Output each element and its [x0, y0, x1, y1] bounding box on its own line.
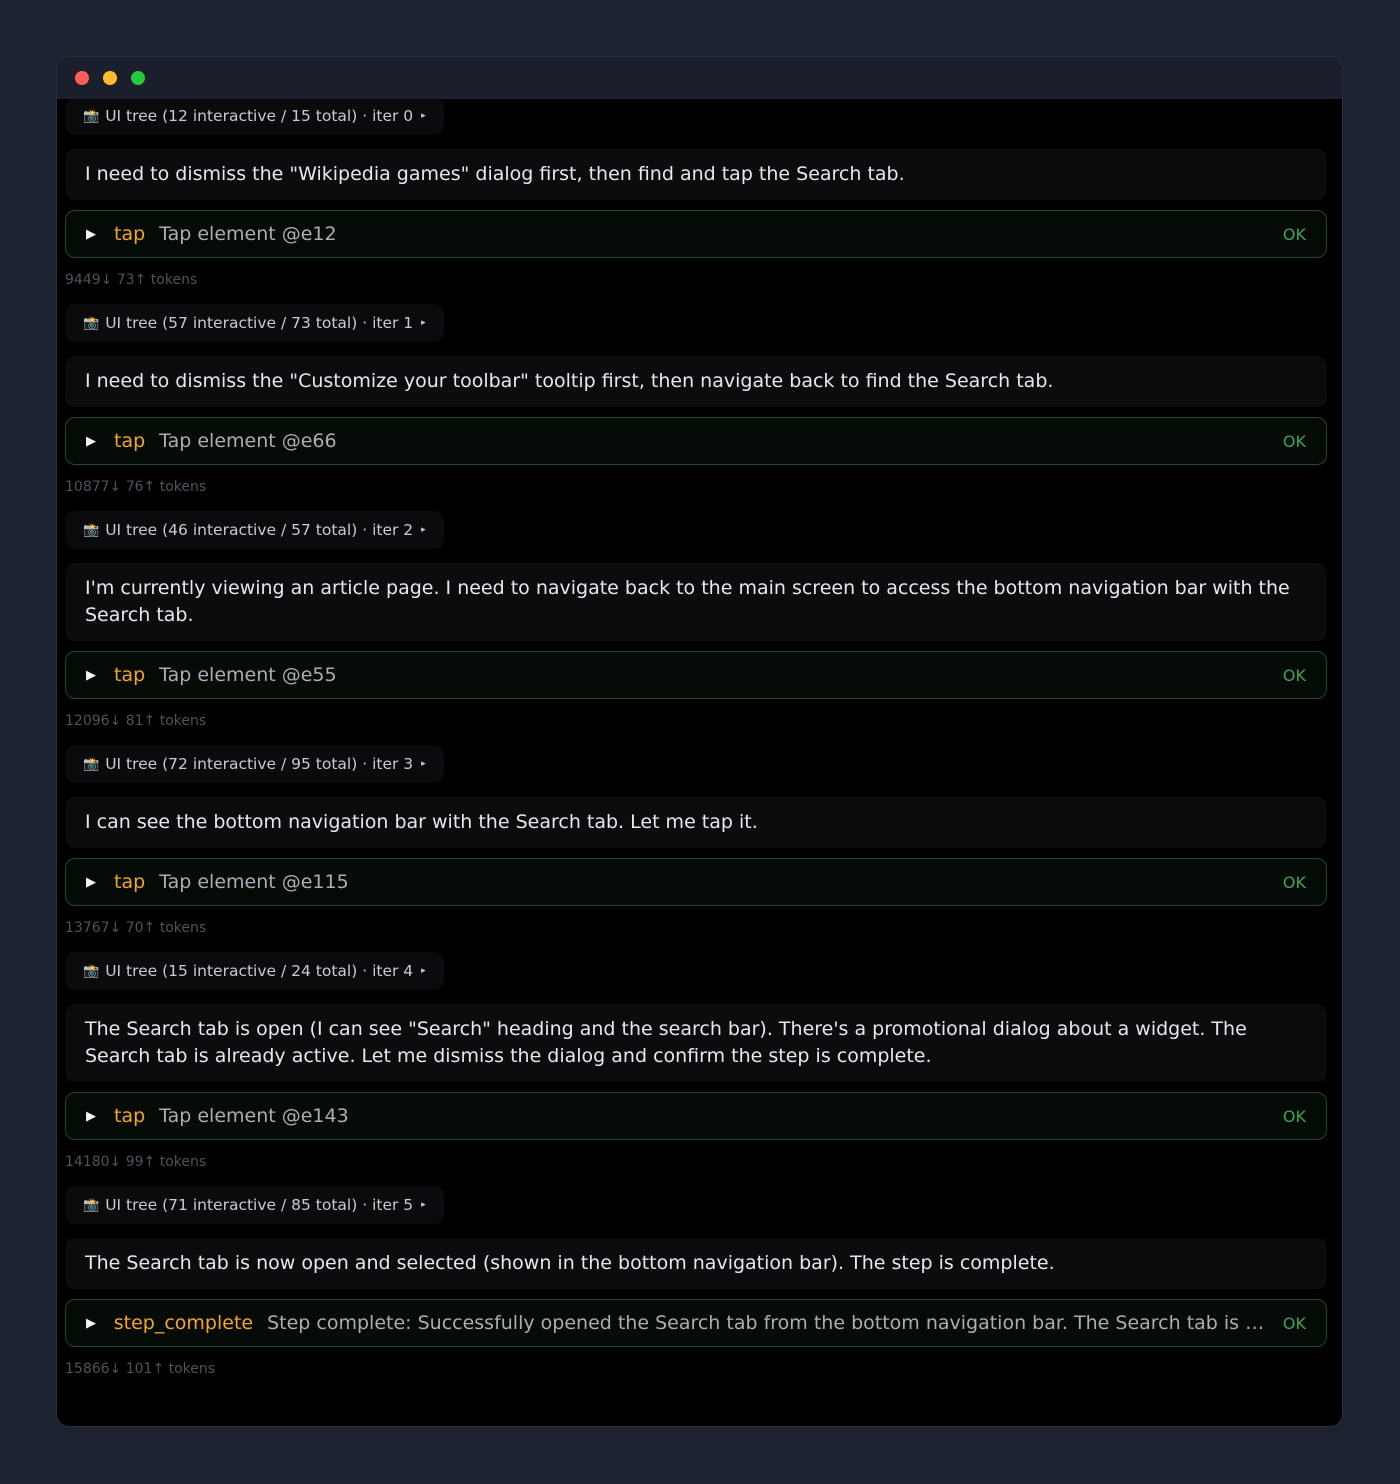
ui-tree-row: 📸 UI tree (57 interactive / 73 total) · …: [65, 304, 1327, 342]
iteration-block: 📸 UI tree (71 interactive / 85 total) · …: [57, 1186, 1342, 1379]
iteration-block: 📸 UI tree (72 interactive / 95 total) · …: [57, 745, 1342, 938]
tool-name: tap: [114, 871, 146, 893]
tool-status-badge: OK: [1282, 224, 1306, 244]
camera-flash-icon: 📸: [83, 315, 100, 331]
expand-caret-icon: ▸: [421, 525, 426, 535]
app-window: 📸 UI tree (12 interactive / 15 total) · …: [57, 57, 1342, 1426]
assistant-message: The Search tab is open (I can see "Searc…: [65, 1004, 1327, 1082]
assistant-message: I'm currently viewing an article page. I…: [65, 563, 1327, 641]
tool-name: tap: [114, 430, 146, 452]
token-count: 12096↓ 81↑ tokens: [65, 713, 207, 729]
camera-flash-icon: 📸: [83, 108, 100, 124]
tool-description: Tap element @e12: [159, 223, 337, 245]
assistant-message: I need to dismiss the "Customize your to…: [65, 356, 1327, 407]
ui-tree-row: 📸 UI tree (15 interactive / 24 total) · …: [65, 952, 1327, 990]
expand-caret-icon: ▸: [421, 966, 426, 976]
ui-tree-toggle[interactable]: 📸 UI tree (72 interactive / 95 total) · …: [65, 745, 444, 783]
ui-tree-label: UI tree (57 interactive / 73 total) · it…: [105, 314, 414, 332]
tool-call-row[interactable]: ▶ tap Tap element @e66 OK: [65, 417, 1327, 465]
tool-description: Tap element @e66: [159, 430, 337, 452]
camera-flash-icon: 📸: [83, 1197, 100, 1213]
ui-tree-label: UI tree (15 interactive / 24 total) · it…: [105, 962, 414, 980]
ui-tree-toggle[interactable]: 📸 UI tree (15 interactive / 24 total) · …: [65, 952, 444, 990]
tool-name: tap: [114, 223, 146, 245]
ui-tree-label: UI tree (72 interactive / 95 total) · it…: [105, 755, 414, 773]
assistant-message: I need to dismiss the "Wikipedia games" …: [65, 149, 1327, 200]
expand-caret-icon: ▸: [421, 318, 426, 328]
token-count: 9449↓ 73↑ tokens: [65, 272, 198, 288]
expand-play-icon[interactable]: ▶: [86, 875, 100, 890]
tool-call-row[interactable]: ▶ tap Tap element @e115 OK: [65, 858, 1327, 906]
minimize-window-button[interactable]: [103, 71, 117, 85]
tool-status-badge: OK: [1282, 1313, 1306, 1333]
token-count: 15866↓ 101↑ tokens: [65, 1361, 216, 1377]
ui-tree-toggle[interactable]: 📸 UI tree (12 interactive / 15 total) · …: [65, 99, 444, 135]
tool-description: Step complete: Successfully opened the S…: [267, 1312, 1269, 1334]
ui-tree-row: 📸 UI tree (72 interactive / 95 total) · …: [65, 745, 1327, 783]
tool-status-badge: OK: [1282, 872, 1306, 892]
ui-tree-toggle[interactable]: 📸 UI tree (46 interactive / 57 total) · …: [65, 511, 444, 549]
camera-flash-icon: 📸: [83, 522, 100, 538]
conversation-log[interactable]: 📸 UI tree (12 interactive / 15 total) · …: [57, 99, 1342, 1426]
tool-status-badge: OK: [1282, 1106, 1306, 1126]
iterations-list: 📸 UI tree (12 interactive / 15 total) · …: [57, 99, 1342, 1379]
iteration-block: 📸 UI tree (46 interactive / 57 total) · …: [57, 511, 1342, 731]
tool-description: Tap element @e143: [159, 1105, 349, 1127]
expand-play-icon[interactable]: ▶: [86, 1109, 100, 1124]
ui-tree-row: 📸 UI tree (46 interactive / 57 total) · …: [65, 511, 1327, 549]
iteration-block: 📸 UI tree (12 interactive / 15 total) · …: [57, 99, 1342, 290]
tool-name: step_complete: [113, 1312, 254, 1334]
ui-tree-toggle[interactable]: 📸 UI tree (57 interactive / 73 total) · …: [65, 304, 444, 342]
expand-caret-icon: ▸: [421, 759, 426, 769]
ui-tree-label: UI tree (71 interactive / 85 total) · it…: [105, 1196, 414, 1214]
ui-tree-row: 📸 UI tree (12 interactive / 15 total) · …: [65, 99, 1327, 135]
token-count: 10877↓ 76↑ tokens: [65, 479, 207, 495]
tool-call-row[interactable]: ▶ tap Tap element @e143 OK: [65, 1092, 1327, 1140]
expand-play-icon[interactable]: ▶: [86, 1316, 100, 1331]
iteration-block: 📸 UI tree (15 interactive / 24 total) · …: [57, 952, 1342, 1172]
iteration-block: 📸 UI tree (57 interactive / 73 total) · …: [57, 304, 1342, 497]
tool-status-badge: OK: [1282, 431, 1306, 451]
expand-caret-icon: ▸: [421, 111, 426, 121]
close-window-button[interactable]: [75, 71, 89, 85]
maximize-window-button[interactable]: [131, 71, 145, 85]
tool-call-row[interactable]: ▶ tap Tap element @e55 OK: [65, 651, 1327, 699]
tool-call-row[interactable]: ▶ tap Tap element @e12 OK: [65, 210, 1327, 258]
ui-tree-toggle[interactable]: 📸 UI tree (71 interactive / 85 total) · …: [65, 1186, 444, 1224]
assistant-message: I can see the bottom navigation bar with…: [65, 797, 1327, 848]
tool-status-badge: OK: [1282, 665, 1306, 685]
assistant-message: The Search tab is now open and selected …: [65, 1238, 1327, 1289]
expand-play-icon[interactable]: ▶: [86, 227, 100, 242]
tool-description: Tap element @e115: [159, 871, 349, 893]
camera-flash-icon: 📸: [83, 963, 100, 979]
ui-tree-label: UI tree (12 interactive / 15 total) · it…: [105, 107, 414, 125]
tool-name: tap: [114, 1105, 146, 1127]
tool-description: Tap element @e55: [159, 664, 337, 686]
ui-tree-row: 📸 UI tree (71 interactive / 85 total) · …: [65, 1186, 1327, 1224]
camera-flash-icon: 📸: [83, 756, 100, 772]
token-count: 14180↓ 99↑ tokens: [65, 1154, 207, 1170]
expand-caret-icon: ▸: [421, 1200, 426, 1210]
tool-call-row[interactable]: ▶ step_complete Step complete: Successfu…: [65, 1299, 1327, 1347]
title-bar: [57, 57, 1342, 99]
expand-play-icon[interactable]: ▶: [86, 434, 100, 449]
tool-name: tap: [114, 664, 146, 686]
ui-tree-label: UI tree (46 interactive / 57 total) · it…: [105, 521, 414, 539]
token-count: 13767↓ 70↑ tokens: [65, 920, 207, 936]
expand-play-icon[interactable]: ▶: [86, 668, 100, 683]
